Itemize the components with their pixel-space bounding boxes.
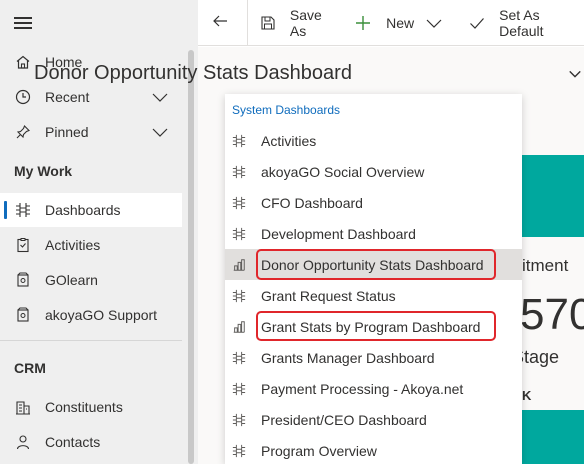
chevron-down-icon[interactable] [152,124,168,143]
card-title-fragment: itment [522,256,569,275]
sidebar-item-label: Dashboards [45,202,121,218]
save-as-button[interactable]: Save As [252,0,341,46]
back-arrow-icon [212,13,235,32]
sidebar-item-recent[interactable]: Recent [0,80,182,114]
dashboard-icon [231,195,247,211]
section-title-crm: CRM [14,360,46,376]
building-icon [13,397,33,417]
clock-icon [13,87,33,107]
dashboard-icon [231,443,247,459]
chart-bar [520,155,584,237]
dashboard-icon [231,164,247,180]
sidebar-item-label: akoyaGO Support [45,307,158,323]
clipboard-icon [13,235,33,255]
dropdown-item[interactable]: President/CEO Dashboard [225,404,522,435]
back-button[interactable] [198,0,241,46]
save-icon [260,15,283,31]
chart-icon [231,319,247,335]
pin-icon [13,122,33,142]
sidebar-item-contacts[interactable]: Contacts [0,425,182,459]
card-value-fragment: 570 [520,290,584,339]
set-as-default-label: Set As Default [499,6,544,39]
sidebar-item-pinned[interactable]: Pinned [0,115,182,149]
chart-bar [520,410,584,464]
dropdown-item[interactable]: Grant Request Status [225,280,522,311]
sidebar-item-label: Pinned [45,124,89,140]
dashboard-icon [231,412,247,428]
dashboard-title-selector[interactable]: Donor Opportunity Stats Dashboard [34,62,352,85]
chart-icon [231,257,247,273]
dropdown-header: System Dashboards [232,103,341,117]
highlight-box [256,249,496,280]
dropdown-item-label: Grant Request Status [261,287,396,304]
person-icon [13,432,33,452]
dashboard-dropdown: System Dashboards Activities akoyaGO Soc… [225,94,522,464]
dashboard-icon [231,133,247,149]
dropdown-item[interactable]: Development Dashboard [225,218,522,249]
dropdown-item-label: President/CEO Dashboard [261,411,427,428]
command-bar: Save As New Set As Default [198,0,584,46]
dropdown-item[interactable]: akoyaGO Social Overview [225,156,522,187]
chevron-down-icon[interactable] [568,67,582,86]
chevron-down-icon[interactable] [426,15,449,31]
sidebar-item-label: GOlearn [45,272,98,288]
home-icon [13,52,33,72]
dashboard-icon [231,288,247,304]
sidebar-item-dashboards[interactable]: Dashboards [0,193,182,227]
dropdown-item-label: Grants Manager Dashboard [261,349,435,366]
sidebar-item-label: Recent [45,89,90,105]
sidebar-item-label: Activities [45,237,101,253]
dashboard-icon [231,381,247,397]
set-as-default-button[interactable]: Set As Default [457,0,584,46]
package-icon [13,305,33,325]
sidebar-item-label: Contacts [45,434,101,450]
divider [0,340,182,341]
dropdown-item-label: Program Overview [261,442,377,459]
dashboard-icon [231,350,247,366]
dropdown-item[interactable]: Activities [225,125,522,156]
hamburger-icon[interactable] [14,17,32,29]
sidebar-item-golearn[interactable]: GOlearn [0,263,182,297]
dashboard-icon [231,226,247,242]
plus-icon [355,15,378,31]
package-icon [13,270,33,290]
save-as-label: Save As [289,6,322,39]
sidebar-item-activities[interactable]: Activities [0,228,182,262]
dropdown-item-label: CFO Dashboard [261,194,363,211]
dropdown-item[interactable]: Payment Processing - Akoya.net [225,373,522,404]
dashboard-icon [13,200,33,220]
dropdown-item-label: Payment Processing - Akoya.net [261,380,464,397]
divider [247,0,248,46]
highlight-box [256,311,496,341]
chevron-down-icon[interactable] [152,89,168,108]
new-button[interactable]: New [341,0,457,46]
card-label-fragment: K [522,388,532,403]
checkmark-icon [469,15,492,31]
dropdown-item-label: Activities [261,132,317,149]
sidebar-item-constituents[interactable]: Constituents [0,390,182,424]
sidebar-scrollbar[interactable] [188,50,194,464]
dropdown-item[interactable]: Program Overview [225,435,522,464]
sidebar-item-akoyago-support[interactable]: akoyaGO Support [0,298,182,332]
dropdown-item[interactable]: Grants Manager Dashboard [225,342,522,373]
dropdown-item[interactable]: CFO Dashboard [225,187,522,218]
new-label: New [386,14,415,31]
sidebar-item-label: Constituents [45,399,123,415]
section-title-my-work: My Work [14,163,73,179]
dropdown-item-label: Development Dashboard [261,225,416,242]
dropdown-item-label: akoyaGO Social Overview [261,163,425,180]
